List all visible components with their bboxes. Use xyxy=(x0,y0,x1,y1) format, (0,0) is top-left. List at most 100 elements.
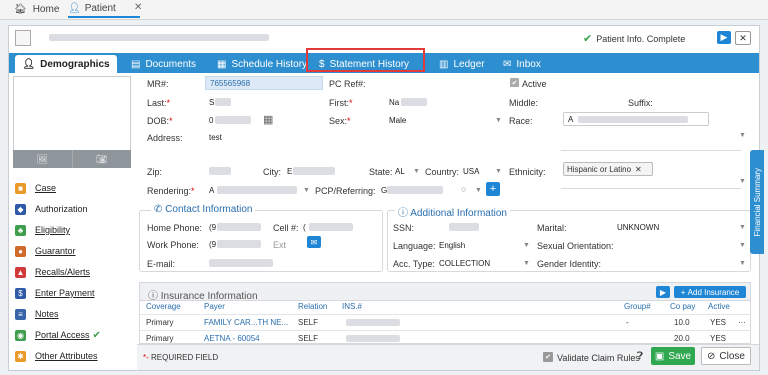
orientation-label: Sexual Orientation: xyxy=(537,241,614,251)
dob-value[interactable]: 0 xyxy=(209,116,213,125)
sidebar-item-portal-access[interactable]: ◉ Portal Access ✔ xyxy=(9,325,137,345)
calendar-icon: ▦ xyxy=(217,58,227,70)
chevron-down-icon[interactable]: ▼ xyxy=(739,260,746,267)
table-row[interactable]: Primary AETNA - 60054 SELF 20.0 YES xyxy=(140,330,750,343)
tab-documents[interactable]: ▤ Documents xyxy=(121,55,206,73)
acc-type-value[interactable]: COLLECTION xyxy=(439,259,490,268)
chat-icon[interactable]: ✉ xyxy=(307,236,321,248)
home-phone-label: Home Phone: xyxy=(147,223,203,233)
chevron-down-icon[interactable]: ▼ xyxy=(739,242,746,249)
country-value[interactable]: USA xyxy=(463,167,479,176)
last-value[interactable]: S xyxy=(209,98,214,107)
play-button[interactable]: ▶ xyxy=(656,286,670,298)
sidebar-item-guarantor[interactable]: ● Guarantor xyxy=(9,241,137,261)
chevron-down-icon[interactable]: ▼ xyxy=(523,242,530,249)
close-icon[interactable]: ✕ xyxy=(635,165,642,174)
tab-highlight-box xyxy=(306,48,425,72)
sidebar-item-case[interactable]: ■ Case xyxy=(9,178,137,198)
close-tab-icon[interactable]: ✕ xyxy=(134,2,142,13)
ban-icon: ⊘ xyxy=(707,350,716,362)
chevron-down-icon[interactable]: ▼ xyxy=(495,117,502,124)
chevron-down-icon[interactable]: ▼ xyxy=(475,187,482,194)
language-value[interactable]: English xyxy=(439,241,465,250)
work-phone-value[interactable]: (9 xyxy=(209,240,216,249)
middle-label: Middle: xyxy=(509,98,539,108)
shield-icon: ◆ xyxy=(15,203,26,215)
home-phone-value[interactable]: (9 xyxy=(209,223,216,232)
calendar-icon[interactable]: ▦ xyxy=(263,113,273,126)
save-button[interactable]: ▣ Save xyxy=(651,347,695,365)
active-checkbox[interactable]: ✔ xyxy=(510,78,519,87)
state-value[interactable]: AL xyxy=(395,167,405,176)
chevron-down-icon[interactable]: ▼ xyxy=(413,168,420,175)
chevron-down-icon[interactable]: ▼ xyxy=(523,260,530,267)
tab-home-label: Home xyxy=(32,3,60,15)
close-button[interactable]: ⊘ Close xyxy=(701,347,751,365)
sidebar-item-enter-payment[interactable]: $ Enter Payment xyxy=(9,283,137,303)
country-label: Country: xyxy=(425,167,460,177)
tab-demographics[interactable]: 👤︎ Demographics xyxy=(15,55,117,73)
sidebar-item-other-attributes[interactable]: ✱ Other Attributes xyxy=(9,346,137,366)
image-icon[interactable]: 🖼︎ xyxy=(13,150,73,168)
insurance-panel: ⓘ Insurance Information ▶ + Add Insuranc… xyxy=(139,282,751,344)
address-value[interactable]: test xyxy=(209,133,222,142)
sidebar-item-notes[interactable]: ≡ Notes xyxy=(9,304,137,324)
home-icon: 🏠︎ xyxy=(14,3,27,15)
chevron-down-icon[interactable]: ▼ xyxy=(739,132,746,139)
info-icon: ⓘ xyxy=(398,208,411,219)
financial-summary-tab[interactable]: Financial Summary xyxy=(750,150,764,254)
marital-value[interactable]: UNKNOWN xyxy=(617,223,659,232)
cell-value[interactable]: ( xyxy=(303,223,306,232)
first-value[interactable]: Na xyxy=(389,98,399,107)
gender-label: Gender Identity: xyxy=(537,259,602,269)
plus-icon: + xyxy=(680,287,686,297)
sidebar-item-recalls[interactable]: ▲ Recalls/Alerts xyxy=(9,262,137,282)
patient-header: ✔ Patient Info. Complete ▶ ✕ xyxy=(9,26,759,50)
document-icon: ▤ xyxy=(131,58,141,70)
save-icon: ▣ xyxy=(654,350,665,362)
radio-circle-icon[interactable]: ○ xyxy=(461,184,466,194)
table-row[interactable]: Primary FAMILY CAR...TH NE... SELF - 10.… xyxy=(140,314,750,328)
rendering-value[interactable]: A xyxy=(209,186,214,195)
add-insurance-button[interactable]: + Add Insurance xyxy=(674,286,746,298)
zip-label: Zip: xyxy=(147,167,163,177)
check-icon: ✔ xyxy=(92,329,101,341)
add-pcp-button[interactable]: + xyxy=(486,182,500,196)
tab-home[interactable]: 🏠︎ Home xyxy=(14,0,59,18)
camera-icon[interactable]: 📷︎ xyxy=(73,150,132,168)
dob-label: DOB:* xyxy=(147,116,173,126)
sex-label: Sex:* xyxy=(329,116,351,126)
tab-schedule-history[interactable]: ▦ Schedule History xyxy=(207,55,317,73)
tab-patient-label: Patient xyxy=(84,2,116,14)
patient-window: ✔ Patient Info. Complete ▶ ✕ 👤︎ Demograph… xyxy=(8,25,760,371)
close-window-button[interactable]: ✕ xyxy=(735,31,751,45)
rendering-label: Rendering:* xyxy=(147,186,195,196)
first-label: First:* xyxy=(329,98,353,108)
validate-checkbox[interactable]: ✔ xyxy=(543,352,553,362)
chevron-down-icon[interactable]: ▼ xyxy=(739,224,746,231)
envelope-icon: ✉ xyxy=(503,58,512,70)
chevron-down-icon[interactable]: ▼ xyxy=(495,168,502,175)
sidebar-item-eligibility[interactable]: ♣ Eligibility xyxy=(9,220,137,240)
ethnicity-label: Ethnicity: xyxy=(509,167,546,177)
chevron-down-icon[interactable]: ▼ xyxy=(303,187,310,194)
sex-value[interactable]: Male xyxy=(389,116,406,125)
sidebar-item-authorization[interactable]: ◆ Authorization xyxy=(9,199,137,219)
ethnicity-tag[interactable]: Hispanic or Latino ✕ xyxy=(563,162,653,176)
tab-patient[interactable]: 👤︎ Patient xyxy=(68,0,140,18)
play-button[interactable]: ▶ xyxy=(717,31,731,44)
acc-type-label: Acc. Type: xyxy=(393,259,435,269)
tab-ledger[interactable]: ▥ Ledger xyxy=(429,55,495,73)
phone-icon: ✆ xyxy=(154,204,166,215)
race-field[interactable]: A xyxy=(563,112,709,126)
ssn-label: SSN: xyxy=(393,223,415,233)
chevron-down-icon[interactable]: ▼ xyxy=(739,178,746,185)
mrn-field[interactable]: 765565968 xyxy=(205,76,323,90)
help-icon[interactable]: ❓︎ xyxy=(637,351,643,362)
mrn-label: MR#: xyxy=(147,79,169,89)
more-icon[interactable]: … xyxy=(738,316,746,325)
tab-inbox[interactable]: ✉ Inbox xyxy=(493,55,551,73)
contact-title: ✆ Contact Information xyxy=(151,204,256,215)
city-value[interactable]: E xyxy=(287,167,292,176)
city-label: City: xyxy=(263,167,281,177)
